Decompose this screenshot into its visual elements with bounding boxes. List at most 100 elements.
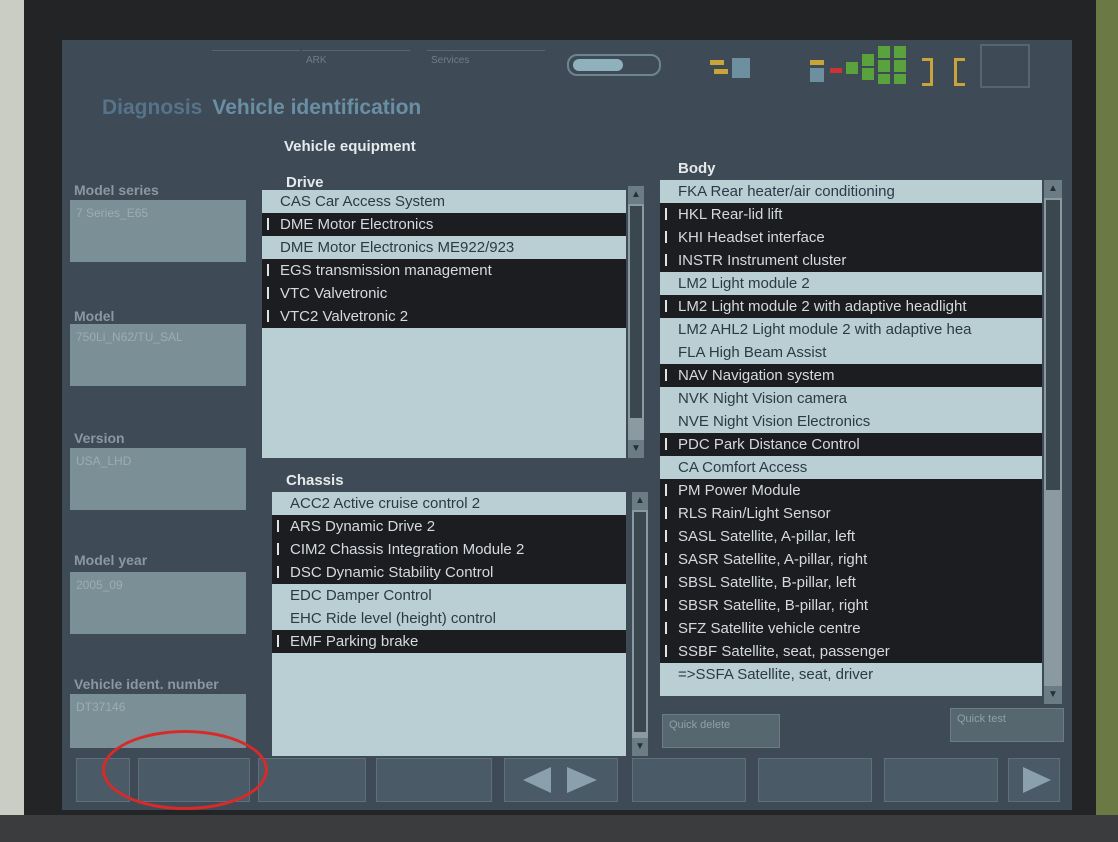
drive-list-item[interactable]: DME Motor Electronics ME922/923: [262, 236, 626, 259]
body-list-item[interactable]: PDC Park Distance Control: [660, 433, 1042, 456]
body-list-item[interactable]: KHI Headset interface: [660, 226, 1042, 249]
scroll-up-icon[interactable]: ▲: [632, 492, 648, 510]
equipment-title: Vehicle equipment: [284, 138, 416, 155]
page-title: Diagnosis Vehicle identification: [102, 96, 421, 120]
chassis-scrollbar[interactable]: ▲ ▼: [632, 492, 648, 756]
drive-list-item[interactable]: VTC2 Valvetronic 2: [262, 305, 626, 328]
drive-item-label: CAS Car Access System: [280, 193, 446, 210]
body-list-item[interactable]: LM2 Light module 2: [660, 272, 1042, 295]
body-item-label: CA Comfort Access: [678, 459, 808, 476]
body-list-item[interactable]: SBSL Satellite, B-pillar, left: [660, 571, 1042, 594]
page-nav-buttons[interactable]: [504, 758, 618, 802]
softkey-6[interactable]: [632, 758, 746, 802]
arrow-right-icon[interactable]: [1009, 759, 1059, 801]
chassis-scroll-thumb[interactable]: [634, 512, 646, 732]
row-marker-icon: [665, 622, 667, 634]
scroll-up-icon[interactable]: ▲: [1044, 180, 1062, 198]
softkey-next[interactable]: [1008, 758, 1060, 802]
drive-item-label: DME Motor Electronics: [280, 216, 434, 233]
arrow-left-icon[interactable]: [505, 759, 617, 801]
body-list-item[interactable]: SSBF Satellite, seat, passenger: [660, 640, 1042, 663]
version-field: USA_LHD: [70, 448, 246, 510]
chassis-list-item[interactable]: ARS Dynamic Drive 2: [272, 515, 626, 538]
row-marker-icon: [267, 287, 269, 299]
row-marker-icon: [277, 543, 279, 555]
row-marker-icon: [665, 507, 667, 519]
diagnostic-screen: ARK Services Diagnosis Vehicle identifica…: [62, 40, 1072, 810]
version-label: Version: [74, 430, 125, 446]
drive-list-item[interactable]: CAS Car Access System: [262, 190, 626, 213]
body-list-item[interactable]: SASR Satellite, A-pillar, right: [660, 548, 1042, 571]
body-list-item[interactable]: LM2 Light module 2 with adaptive headlig…: [660, 295, 1042, 318]
body-list-item[interactable]: INSTR Instrument cluster: [660, 249, 1042, 272]
drive-item-label: EGS transmission management: [280, 262, 492, 279]
model-value: 750Li_N62/TU_SAL: [76, 330, 183, 344]
body-list-item[interactable]: FKA Rear heater/air conditioning: [660, 180, 1042, 203]
body-item-label: PM Power Module: [678, 482, 801, 499]
row-marker-icon: [267, 264, 269, 276]
tab-services-label: Services: [431, 55, 470, 66]
quick-test-button[interactable]: Quick test: [950, 708, 1064, 742]
body-list-item[interactable]: SASL Satellite, A-pillar, left: [660, 525, 1042, 548]
row-marker-icon: [665, 576, 667, 588]
body-item-label: FKA Rear heater/air conditioning: [678, 183, 895, 200]
body-item-label: RLS Rain/Light Sensor: [678, 505, 831, 522]
body-list-item[interactable]: FLA High Beam Assist: [660, 341, 1042, 364]
tab-1[interactable]: [212, 50, 300, 75]
laptop-base: [0, 815, 1118, 842]
body-list-item[interactable]: PM Power Module: [660, 479, 1042, 502]
body-item-label: SASR Satellite, A-pillar, right: [678, 551, 868, 568]
chassis-list-item[interactable]: DSC Dynamic Stability Control: [272, 561, 626, 584]
drive-list-item[interactable]: VTC Valvetronic: [262, 282, 626, 305]
model-year-value: 2005_09: [76, 578, 123, 592]
softkey-4[interactable]: [376, 758, 492, 802]
row-marker-icon: [665, 254, 667, 266]
drive-list-item[interactable]: EGS transmission management: [262, 259, 626, 282]
chassis-list-item[interactable]: EHC Ride level (height) control: [272, 607, 626, 630]
scroll-down-icon[interactable]: ▼: [632, 738, 648, 756]
tab-ark[interactable]: ARK: [302, 50, 410, 75]
body-list-item[interactable]: =>SSFA Satellite, seat, driver: [660, 663, 1042, 686]
drive-scrollbar[interactable]: ▲ ▼: [628, 186, 644, 458]
tab-services[interactable]: Services: [427, 50, 545, 75]
scroll-down-icon[interactable]: ▼: [1044, 686, 1062, 704]
body-list-item[interactable]: SBSR Satellite, B-pillar, right: [660, 594, 1042, 617]
body-list-item[interactable]: NVK Night Vision camera: [660, 387, 1042, 410]
drive-scroll-thumb[interactable]: [630, 206, 642, 418]
chassis-list-item[interactable]: EMF Parking brake: [272, 630, 626, 653]
scroll-up-icon[interactable]: ▲: [628, 186, 644, 204]
body-list-item[interactable]: LM2 AHL2 Light module 2 with adaptive he…: [660, 318, 1042, 341]
title-text: Vehicle identification: [212, 96, 422, 119]
drive-item-label: VTC Valvetronic: [280, 285, 388, 302]
row-marker-icon: [665, 208, 667, 220]
softkey-8[interactable]: [884, 758, 998, 802]
body-list-item[interactable]: NAV Navigation system: [660, 364, 1042, 387]
chassis-list-item[interactable]: EDC Damper Control: [272, 584, 626, 607]
body-item-label: =>SSFA Satellite, seat, driver: [678, 666, 874, 683]
drive-list-item[interactable]: DME Motor Electronics: [262, 213, 626, 236]
softkey-3[interactable]: [258, 758, 366, 802]
body-list-item[interactable]: CA Comfort Access: [660, 456, 1042, 479]
scroll-down-icon[interactable]: ▼: [628, 440, 644, 458]
photo-background-left: [0, 0, 24, 842]
body-list-item[interactable]: NVE Night Vision Electronics: [660, 410, 1042, 433]
body-item-label: SASL Satellite, A-pillar, left: [678, 528, 856, 545]
model-label: Model: [74, 308, 115, 324]
body-scrollbar[interactable]: ▲ ▼: [1044, 180, 1062, 704]
quick-delete-button[interactable]: Quick delete: [662, 714, 780, 748]
drive-list[interactable]: CAS Car Access System DME Motor Electroni…: [262, 190, 626, 458]
body-list-item[interactable]: RLS Rain/Light Sensor: [660, 502, 1042, 525]
row-marker-icon: [665, 530, 667, 542]
body-scroll-thumb[interactable]: [1046, 200, 1060, 490]
chassis-label: Chassis: [286, 472, 344, 489]
chassis-list[interactable]: ACC2 Active cruise control 2 ARS Dynamic …: [272, 492, 626, 756]
body-list-item[interactable]: HKL Rear-lid lift: [660, 203, 1042, 226]
chassis-item-label: CIM2 Chassis Integration Module 2: [290, 541, 525, 558]
chassis-list-item[interactable]: CIM2 Chassis Integration Module 2: [272, 538, 626, 561]
chassis-list-item[interactable]: ACC2 Active cruise control 2: [272, 492, 626, 515]
softkey-7[interactable]: [758, 758, 872, 802]
body-list-item[interactable]: SFZ Satellite vehicle centre: [660, 617, 1042, 640]
body-label: Body: [678, 160, 716, 177]
row-marker-icon: [665, 484, 667, 496]
body-list[interactable]: FKA Rear heater/air conditioning HKL Rear…: [660, 180, 1042, 696]
